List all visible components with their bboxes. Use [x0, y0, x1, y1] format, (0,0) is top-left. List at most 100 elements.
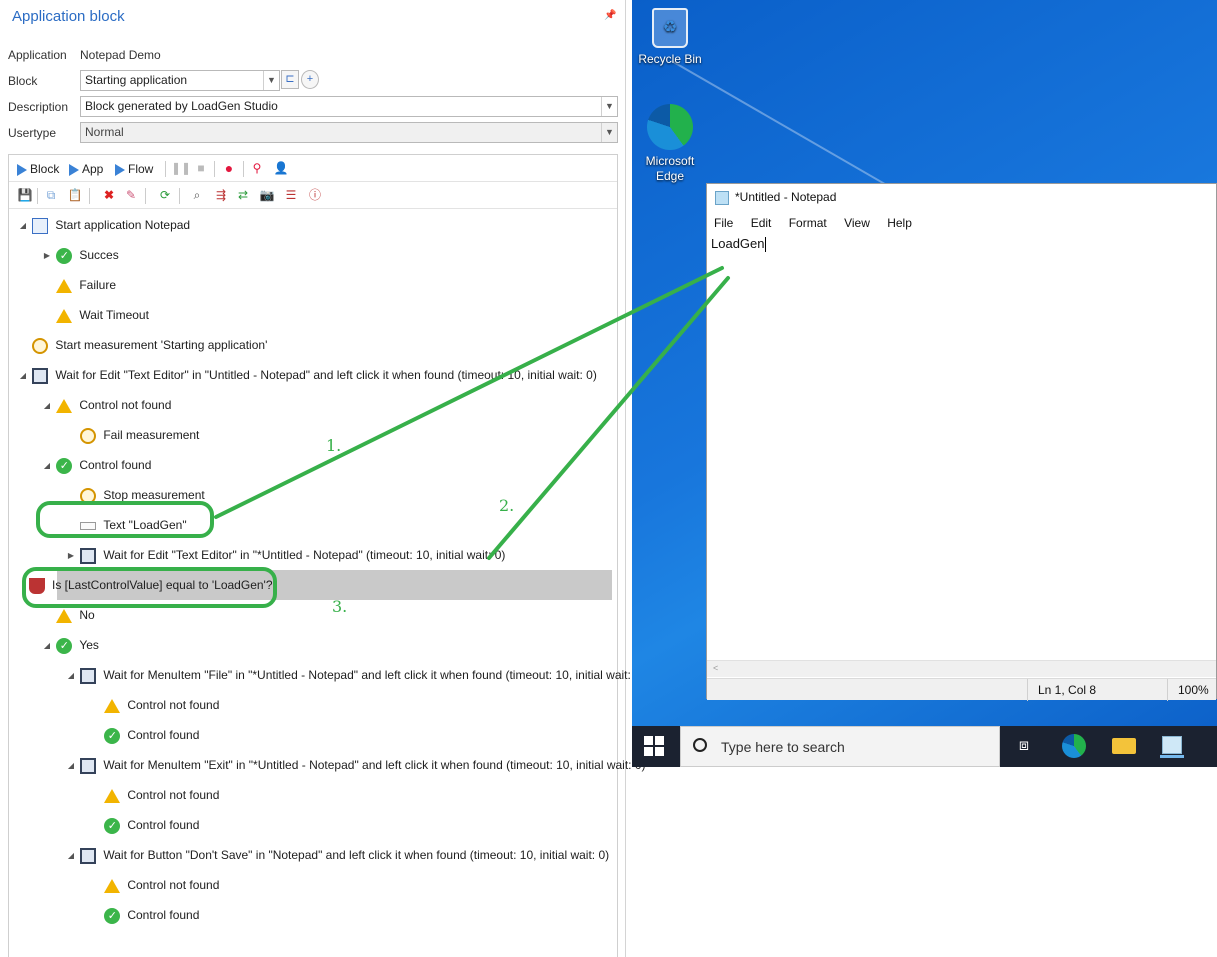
wait-control-icon [32, 367, 49, 384]
tree-node[interactable]: ◢ ✓ Control found [41, 454, 151, 476]
menu-edit[interactable]: Edit [751, 216, 772, 230]
taskbar: Type here to search ⧈ [632, 726, 1217, 767]
warning-icon [56, 398, 73, 413]
target-picker-icon[interactable]: ⚲ [249, 160, 265, 176]
run-toolbar: Block App Flow ❚❚ ■ ● ⚲ 👤 [9, 155, 617, 182]
tree-node[interactable]: ▶ ✓ Succes [41, 244, 119, 266]
recycle-bin[interactable]: ♻ Recycle Bin [632, 8, 708, 67]
tree-node[interactable]: Failure [41, 274, 116, 296]
pin-icon[interactable]: 📌 [604, 10, 616, 21]
stop-icon[interactable]: ■ [193, 160, 209, 176]
notepad-title: *Untitled - Notepad [715, 190, 836, 205]
tree-node[interactable]: ✓ Control found [89, 904, 199, 926]
run-flow-button[interactable]: Flow [115, 160, 153, 178]
check-icon: ✓ [56, 457, 73, 474]
eraser-icon[interactable]: ✎ [123, 187, 139, 203]
chevron-down-icon[interactable]: ▼ [601, 97, 617, 116]
tree-node[interactable]: ◢ Wait for Edit "Text Editor" in "Untitl… [17, 364, 597, 386]
play-icon [17, 163, 27, 176]
chevron-down-icon[interactable]: ▼ [263, 71, 279, 90]
info-icon[interactable]: ⓘ [307, 187, 323, 203]
measurement-icon [80, 427, 97, 444]
refresh-icon[interactable]: ⟳ [157, 187, 173, 203]
tree-node[interactable]: ◢ Control not found [41, 394, 171, 416]
usertype-label: Usertype [8, 126, 57, 140]
annotation-number-3: 3. [332, 597, 348, 616]
record-icon[interactable]: ● [221, 160, 237, 176]
application-block-panel: Application block 📌 Application Notepad … [0, 0, 646, 957]
block-label: Block [8, 74, 38, 88]
notepad-menubar: File Edit Format View Help [714, 216, 926, 230]
tree-node[interactable]: ◢ ✓ Yes [41, 634, 99, 656]
check-icon: ✓ [56, 247, 73, 264]
application-label: Application [8, 48, 67, 62]
annotation-number-1: 1. [326, 436, 342, 455]
menu-file[interactable]: File [714, 216, 733, 230]
edge-shortcut[interactable]: Microsoft Edge [632, 104, 708, 184]
copy-icon[interactable]: ⧉ [43, 187, 59, 203]
menu-view[interactable]: View [844, 216, 870, 230]
annotation-condition-highlight [22, 567, 277, 608]
pause-icon[interactable]: ❚❚ [171, 160, 191, 176]
find-icon[interactable]: ⌕ [189, 187, 205, 203]
measurement-icon [32, 337, 49, 354]
task-view-icon[interactable]: ⧈ [1012, 734, 1036, 758]
add-block-icon[interactable]: + [301, 70, 319, 89]
rename-block-icon[interactable]: ⊏ [281, 70, 299, 89]
tree-node[interactable]: ◢ Wait for Button "Don't Save" in "Notep… [65, 844, 609, 866]
list-icon[interactable]: ☰ [283, 187, 299, 203]
menu-help[interactable]: Help [887, 216, 912, 230]
tree-node[interactable]: ◢ Wait for MenuItem "File" in "*Untitled… [65, 664, 645, 686]
edge-taskbar-icon[interactable] [1062, 734, 1086, 758]
application-value: Notepad Demo [80, 48, 161, 62]
tree-node[interactable]: Control not found [89, 874, 219, 896]
file-explorer-icon[interactable] [1112, 738, 1136, 754]
wait-control-icon [80, 847, 97, 864]
tree-node[interactable]: ▶ Wait for Edit "Text Editor" in "*Untit… [65, 544, 505, 566]
zoom-level: 100% [1167, 679, 1216, 701]
camera-icon[interactable]: 📷 [259, 187, 275, 203]
edit-toolbar: 💾 ⧉ 📋 ✖ ✎ ⟳ ⌕ ⇶ ⇄ 📷 ☰ ⓘ [9, 182, 617, 209]
tree-node[interactable]: Control not found [89, 694, 219, 716]
annotation-number-2: 2. [499, 496, 515, 515]
panel-title: Application block [12, 8, 125, 25]
chevron-down-icon: ▼ [601, 123, 617, 142]
run-block-button[interactable]: Block [17, 160, 59, 178]
notepad-taskbar-icon[interactable] [1160, 734, 1184, 758]
tree-node[interactable]: ◢ Start application Notepad [17, 214, 190, 236]
text-editor[interactable]: LoadGen [711, 236, 766, 253]
edge-icon [647, 104, 693, 150]
tree-node[interactable]: Wait Timeout [41, 304, 149, 326]
warning-icon [104, 878, 121, 893]
horizontal-scrollbar[interactable]: < [707, 660, 1216, 677]
usertype-value: Normal [85, 125, 124, 139]
recycle-bin-icon: ♻ [652, 8, 688, 48]
taskbar-search[interactable]: Type here to search [680, 726, 1000, 767]
description-label: Description [8, 100, 69, 114]
warning-icon [104, 698, 121, 713]
run-app-button[interactable]: App [69, 160, 103, 178]
paste-icon[interactable]: 📋 [67, 187, 83, 203]
save-icon[interactable]: 💾 [17, 187, 33, 203]
block-combo[interactable]: Starting application ▼ [80, 70, 280, 91]
notepad-icon [715, 190, 729, 205]
annotation-text-highlight [36, 501, 214, 538]
tree-node[interactable]: ◢ Wait for MenuItem "Exit" in "*Untitled… [65, 754, 646, 776]
shuffle-icon[interactable]: ⇄ [235, 187, 251, 203]
import-icon[interactable]: ⇶ [213, 187, 229, 203]
check-icon: ✓ [104, 817, 121, 834]
windows-start-icon[interactable] [644, 736, 664, 756]
tree-node[interactable]: Fail measurement [65, 424, 199, 446]
menu-format[interactable]: Format [789, 216, 827, 230]
description-field[interactable]: Block generated by LoadGen Studio ▼ [80, 96, 618, 117]
tree-node[interactable]: Start measurement 'Starting application' [17, 334, 267, 356]
tree-node[interactable]: ✓ Control found [89, 814, 199, 836]
tree-node[interactable]: Control not found [89, 784, 219, 806]
user-icon[interactable]: 👤 [273, 160, 289, 176]
tree-node[interactable]: ✓ Control found [89, 724, 199, 746]
check-icon: ✓ [56, 637, 73, 654]
block-combo-value: Starting application [85, 73, 188, 87]
wait-control-icon [80, 667, 97, 684]
delete-icon[interactable]: ✖ [101, 187, 117, 203]
cursor-position: Ln 1, Col 8 [1027, 679, 1167, 701]
